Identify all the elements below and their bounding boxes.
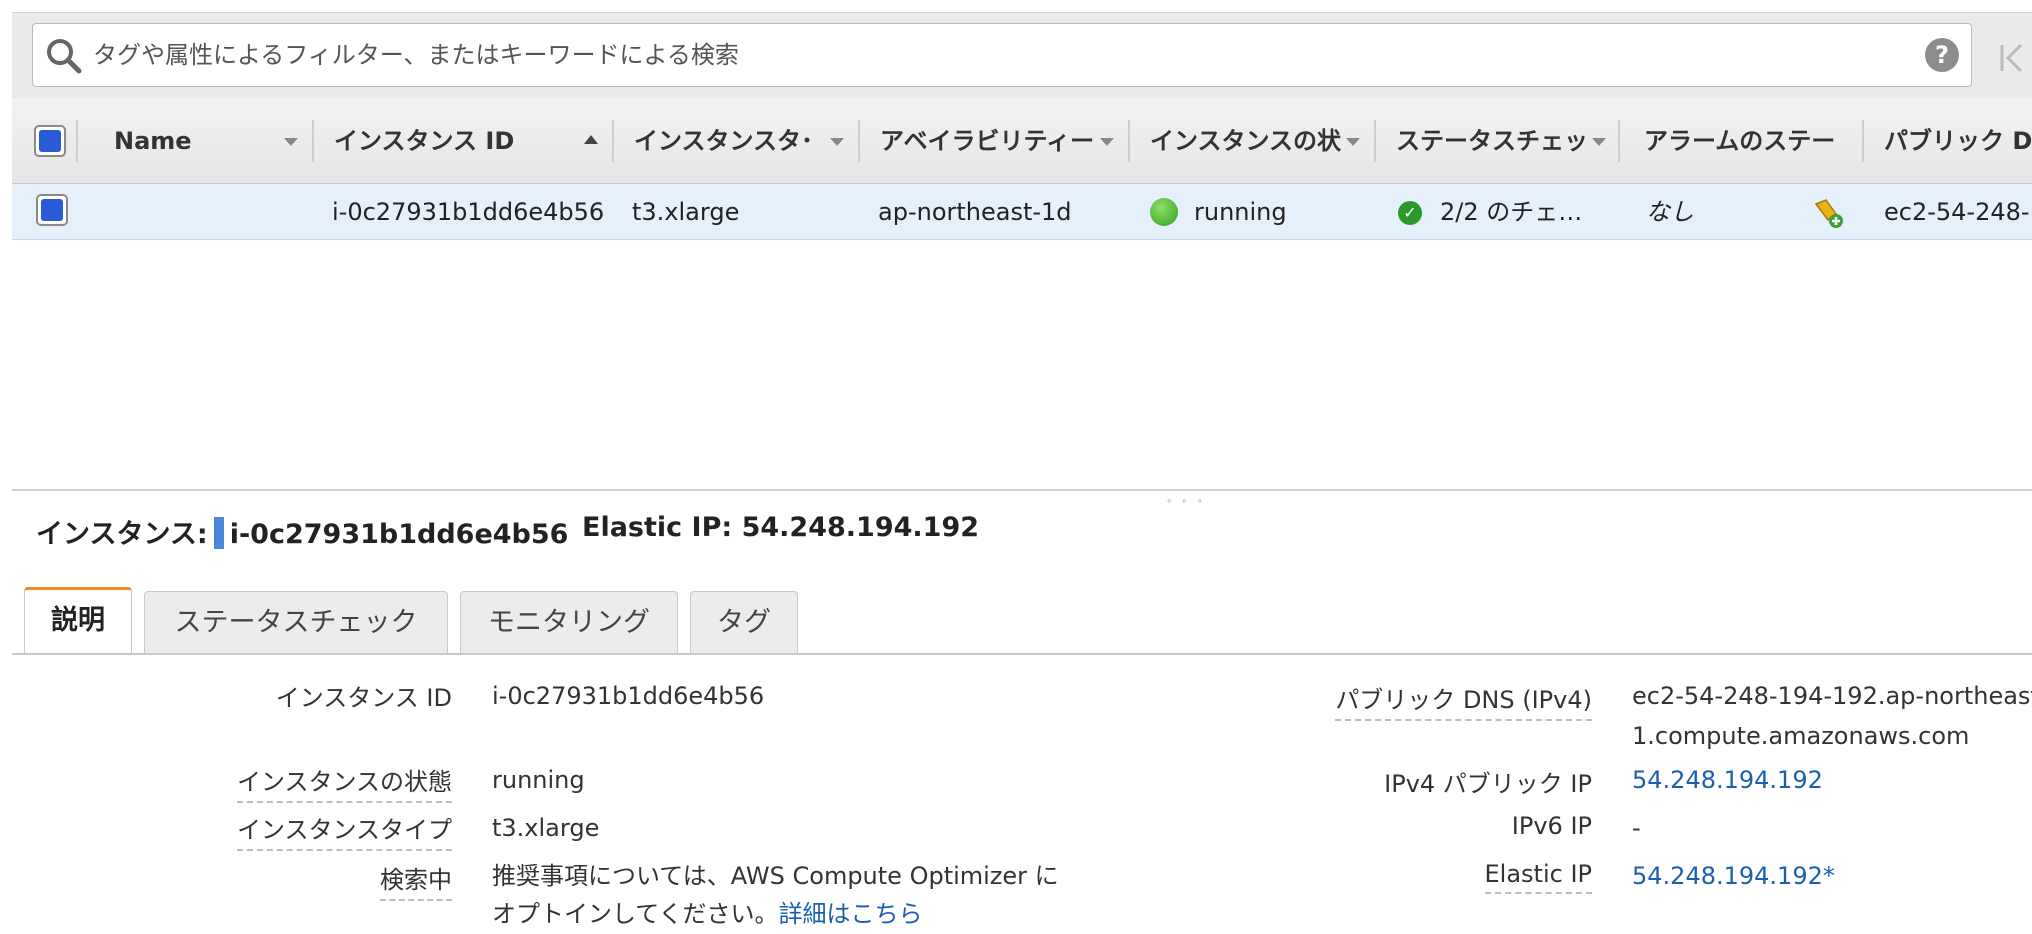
column-header-public-dns[interactable]: パブリック DNS [1884, 98, 2032, 184]
value-ipv6-ip: - [1632, 814, 1641, 842]
cell-instance-id: i-0c27931b1dd6e4b56 [332, 198, 605, 226]
elastic-ip-heading: Elastic IP: 54.248.194.192 [582, 512, 980, 543]
sort-caret-icon[interactable] [1592, 138, 1606, 146]
check-passed-icon: ✓ [1398, 201, 1422, 225]
sort-caret-icon[interactable] [1100, 138, 1114, 146]
tab-tags[interactable]: タグ [690, 591, 798, 655]
instance-marker [213, 517, 224, 549]
table-row[interactable]: i-0c27931b1dd6e4b56 t3.xlarge ap-northea… [12, 184, 2032, 240]
search-input[interactable] [93, 34, 1893, 76]
label-ipv4-public-ip: IPv4 パブリック IP [1384, 770, 1592, 798]
column-header-alarm-status[interactable]: アラームのステー [1644, 98, 1856, 184]
label-ipv6-ip: IPv6 IP [1511, 812, 1592, 840]
splitter-grip-icon[interactable]: ∘∘∘ [1166, 496, 1212, 507]
instance-heading: インスタンス: i-0c27931b1dd6e4b56 [36, 517, 569, 550]
cell-public-dns: ec2-54-248-194-192 [1884, 198, 2032, 226]
help-icon[interactable]: ? [1925, 38, 1959, 72]
tab-status-checks[interactable]: ステータスチェック [144, 591, 448, 655]
tab-description[interactable]: 説明 [24, 587, 132, 655]
label-elastic-ip: Elastic IP [1484, 860, 1592, 894]
value-elastic-ip[interactable]: 54.248.194.192* [1632, 856, 1835, 896]
value-ipv4-public-ip[interactable]: 54.248.194.192 [1632, 760, 1823, 800]
value-finding-line2: オプトインしてください。詳細はこちら [492, 900, 923, 928]
cell-availability-zone: ap-northeast-1d [878, 198, 1072, 226]
sort-caret-icon[interactable] [1346, 138, 1360, 146]
filter-bar: ? [12, 12, 2032, 98]
column-header-instance-type[interactable]: インスタンスタ･ [634, 98, 834, 184]
value-finding-line1: 推奨事項については、AWS Compute Optimizer に [492, 862, 1059, 890]
label-public-dns: パブリック DNS (IPv4) [1335, 680, 1592, 721]
select-all-checkbox[interactable] [34, 125, 66, 157]
value-instance-id: i-0c27931b1dd6e4b56 [492, 682, 765, 710]
learn-more-link[interactable]: 詳細はこちら [779, 900, 923, 928]
value-instance-state: running [492, 766, 585, 794]
column-header-instance-id[interactable]: インスタンス ID [334, 98, 574, 184]
label-instance-state: インスタンスの状態 [236, 762, 452, 803]
label-instance-type: インスタンスタイプ [236, 810, 452, 851]
running-status-icon [1150, 198, 1178, 226]
cell-status-check[interactable]: 2/2 のチェ… [1440, 184, 1630, 240]
label-instance-id: インスタンス ID [275, 684, 452, 712]
value-instance-type: t3.xlarge [492, 814, 600, 842]
add-alarm-icon[interactable] [1812, 196, 1846, 230]
column-header-status-check[interactable]: ステータスチェッ [1396, 98, 1596, 184]
column-header-availability-zone[interactable]: アベイラビリティー [880, 98, 1108, 184]
value-public-dns-line2: 1.compute.amazonaws.com [1632, 722, 1970, 750]
sort-caret-icon[interactable] [830, 138, 844, 146]
cell-alarm-status: なし [1646, 198, 1694, 226]
tabs-divider [12, 653, 2032, 655]
row-checkbox[interactable] [36, 194, 68, 226]
search-box[interactable]: ? [32, 23, 1972, 87]
value-public-dns-line1: ec2-54-248-194-192.ap-northeast- [1632, 682, 2032, 710]
sort-ascending-icon[interactable] [584, 135, 598, 144]
tab-monitoring[interactable]: モニタリング [460, 591, 678, 655]
cell-instance-type: t3.xlarge [632, 198, 740, 226]
sort-caret-icon[interactable] [284, 138, 298, 146]
cell-instance-state: running [1194, 198, 1287, 226]
cell-name [114, 184, 314, 240]
label-finding: 検索中 [380, 860, 452, 901]
pane-splitter[interactable] [12, 489, 2032, 491]
table-header: Name インスタンス ID インスタンスタ･ アベイラビリティー インスタンス… [12, 98, 2032, 184]
search-icon [47, 39, 82, 74]
column-header-instance-state[interactable]: インスタンスの状 [1150, 98, 1350, 184]
first-page-icon[interactable] [1997, 41, 2027, 75]
